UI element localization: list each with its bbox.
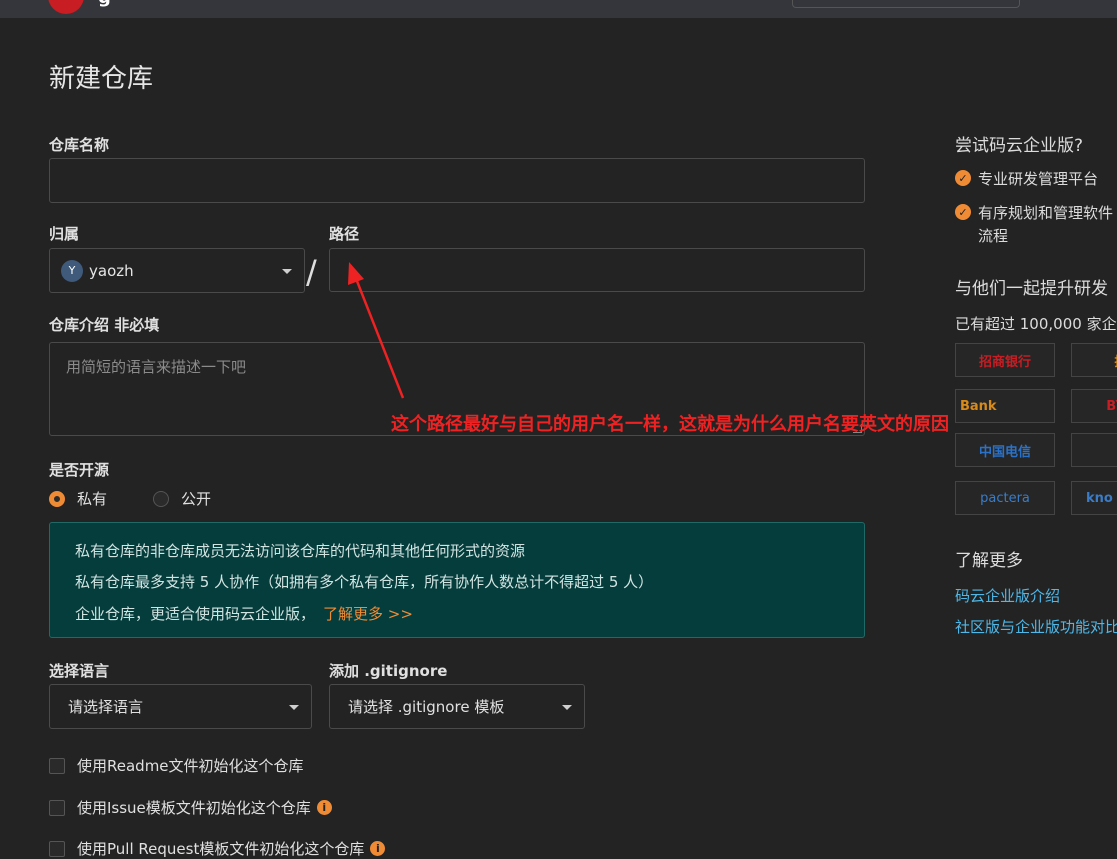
annotation-text: 这个路径最好与自己的用户名一样，这就是为什么用户名要英文的原因 — [391, 414, 949, 435]
